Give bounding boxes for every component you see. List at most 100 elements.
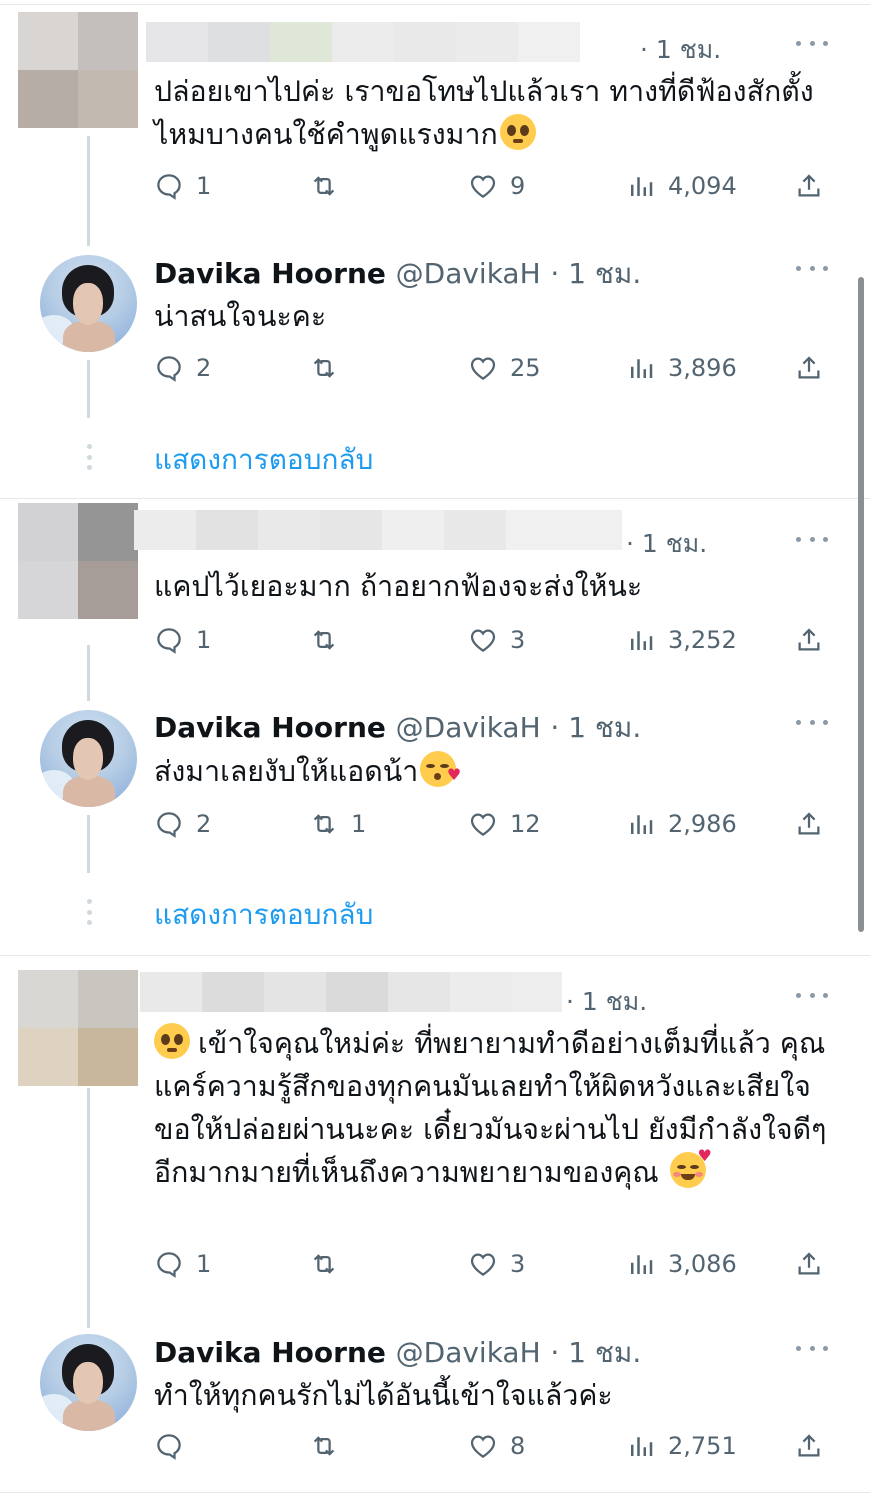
retweet-button[interactable] (309, 348, 351, 388)
more-icon[interactable] (796, 41, 828, 47)
reply-count: 2 (196, 810, 212, 838)
thread-dots-icon (86, 444, 92, 470)
heart-icon (470, 175, 496, 198)
like-button[interactable]: 8 (468, 1426, 525, 1466)
display-name[interactable]: Davika Hoorne (154, 711, 386, 744)
username-redacted[interactable] (146, 22, 580, 62)
heart-icon (470, 813, 496, 836)
timestamp[interactable]: · 1 ชม. (550, 711, 641, 744)
share-button[interactable] (794, 1244, 824, 1284)
heart-icon (470, 1435, 496, 1458)
like-count: 3 (510, 1250, 526, 1278)
reply-icon (157, 174, 181, 200)
share-icon (798, 1434, 820, 1457)
scrollbar[interactable] (858, 277, 864, 932)
more-icon[interactable] (796, 720, 828, 726)
reply-icon (157, 1252, 181, 1278)
tweet-text: ปล่อยเขาไปค่ะ เราขอโทษไปแล้วเรา ทางที่ดี… (154, 75, 814, 151)
show-replies-link[interactable]: แสดงการตอบกลับ (154, 893, 373, 937)
heart-icon (470, 629, 496, 652)
reply-button[interactable]: 1 (154, 1244, 211, 1284)
author-line[interactable]: Davika Hoorne @DavikaH · 1 ชม. (154, 706, 641, 750)
views-button[interactable]: 3,252 (626, 620, 737, 660)
tweet-actions: 2 25 3,896 (154, 348, 834, 388)
tweet-actions: 8 2,751 (154, 1426, 834, 1466)
avatar-blurred[interactable] (18, 503, 138, 619)
display-name[interactable]: Davika Hoorne (154, 1336, 386, 1369)
views-icon (631, 1437, 653, 1456)
avatar-blurred[interactable] (18, 970, 138, 1086)
show-replies-link[interactable]: แสดงการตอบกลับ (154, 438, 373, 482)
views-button[interactable]: 3,086 (626, 1244, 737, 1284)
reply-icon (157, 1434, 181, 1460)
tweet-text: แคปไว้เยอะมาก ถ้าอยากฟ้องจะส่งให้นะ (154, 570, 643, 603)
display-name[interactable]: Davika Hoorne (154, 257, 386, 290)
like-button[interactable]: 25 (468, 348, 541, 388)
more-icon[interactable] (796, 266, 828, 272)
handle[interactable]: @DavikaH (396, 1336, 541, 1369)
pleading-face-icon (154, 1023, 190, 1059)
more-icon[interactable] (796, 993, 828, 999)
avatar[interactable] (40, 255, 137, 352)
timestamp[interactable]: · 1 ชม. (550, 257, 641, 290)
tweet-actions: 2 1 12 2,986 (154, 804, 834, 844)
retweet-icon (313, 1436, 335, 1456)
like-button[interactable]: 12 (468, 804, 541, 844)
author-line[interactable]: Davika Hoorne @DavikaH · 1 ชม. (154, 1331, 641, 1375)
retweet-button[interactable] (309, 620, 351, 660)
author-line[interactable]: Davika Hoorne @DavikaH · 1 ชม. (154, 252, 641, 296)
timestamp[interactable]: · 1 ชม. (566, 982, 647, 1022)
like-button[interactable]: 3 (468, 1244, 525, 1284)
username-redacted[interactable] (134, 510, 622, 550)
reply-icon (157, 628, 181, 654)
thread-line (87, 136, 90, 246)
views-icon (631, 177, 653, 196)
smiling-face-with-hearts-icon: ♥ (669, 1148, 712, 1188)
views-button[interactable]: 2,986 (626, 804, 737, 844)
view-count: 3,896 (668, 354, 737, 382)
share-button[interactable] (794, 620, 824, 660)
retweet-icon (313, 358, 335, 378)
retweet-count: 1 (351, 810, 367, 838)
reply-button[interactable]: 1 (154, 166, 211, 206)
avatar-blurred[interactable] (18, 12, 138, 128)
share-button[interactable] (794, 166, 824, 206)
timestamp[interactable]: · 1 ชม. (626, 524, 707, 564)
more-icon[interactable] (796, 537, 828, 543)
reply-button[interactable]: 2 (154, 804, 211, 844)
views-button[interactable]: 4,094 (626, 166, 737, 206)
share-icon (798, 1252, 820, 1275)
more-icon[interactable] (796, 1346, 828, 1352)
avatar[interactable] (40, 710, 137, 807)
view-count: 3,252 (668, 626, 737, 654)
views-button[interactable]: 2,751 (626, 1426, 737, 1466)
timestamp[interactable]: · 1 ชม. (640, 30, 721, 70)
view-count: 2,986 (668, 810, 737, 838)
tweet-actions: 1 3 3,252 (154, 620, 834, 660)
timestamp[interactable]: · 1 ชม. (550, 1336, 641, 1369)
retweet-button[interactable]: 1 (309, 804, 366, 844)
views-button[interactable]: 3,896 (626, 348, 737, 388)
like-count: 12 (510, 810, 541, 838)
share-button[interactable] (794, 348, 824, 388)
reply-button[interactable]: 1 (154, 620, 211, 660)
share-icon (798, 628, 820, 651)
retweet-button[interactable] (309, 1426, 351, 1466)
retweet-icon (313, 176, 335, 196)
handle[interactable]: @DavikaH (396, 257, 541, 290)
like-button[interactable]: 3 (468, 620, 525, 660)
username-redacted[interactable] (140, 972, 562, 1012)
tweet-actions: 1 9 4,094 (154, 166, 834, 206)
avatar[interactable] (40, 1334, 137, 1431)
retweet-button[interactable] (309, 166, 351, 206)
reply-button[interactable] (154, 1426, 196, 1466)
share-button[interactable] (794, 1426, 824, 1466)
like-button[interactable]: 9 (468, 166, 525, 206)
views-icon (631, 1255, 653, 1274)
thread-line (87, 645, 90, 701)
tweet-text: ทำให้ทุกคนรักไม่ได้อันนี้เข้าใจแล้วค่ะ (154, 1379, 613, 1412)
share-button[interactable] (794, 804, 824, 844)
reply-button[interactable]: 2 (154, 348, 211, 388)
handle[interactable]: @DavikaH (396, 711, 541, 744)
retweet-button[interactable] (309, 1244, 351, 1284)
